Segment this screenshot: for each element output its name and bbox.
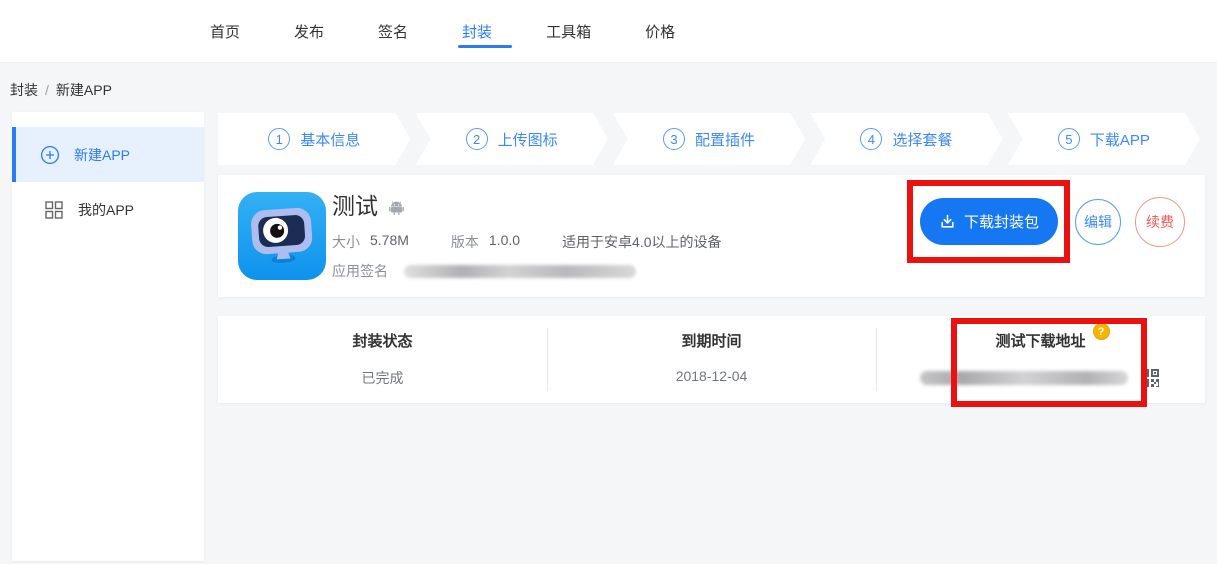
wizard-step-download-app[interactable]: 5 下载APP (1008, 113, 1200, 165)
version-value: 1.0.0 (489, 232, 520, 252)
renew-button[interactable]: 续费 (1135, 197, 1185, 247)
wizard-step-configure-plugins[interactable]: 3 配置插件 (613, 113, 805, 165)
breadcrumb-section[interactable]: 封装 (10, 82, 38, 98)
test-download-address-cell: 测试下载地址 ? (876, 316, 1205, 403)
package-status-value: 已完成 (362, 368, 404, 388)
step-label: 配置插件 (695, 129, 755, 150)
step-label: 下载APP (1090, 129, 1150, 150)
download-button-label: 下载封装包 (964, 211, 1039, 232)
expiry-date-header: 到期时间 (681, 330, 741, 351)
nav-tab-home[interactable]: 首页 (208, 0, 242, 62)
wizard-step-basic-info[interactable]: 1 基本信息 (218, 113, 410, 165)
sidebar-item-new-app[interactable]: 新建APP (12, 127, 204, 182)
grid-icon (44, 200, 64, 220)
sidebar: 新建APP 我的APP (12, 112, 204, 561)
breadcrumb: 封装 / 新建APP (10, 80, 112, 100)
step-label: 选择套餐 (892, 129, 952, 150)
app-title: 测试 (332, 187, 378, 221)
download-url-redacted[interactable] (920, 371, 1128, 385)
nav-tab-publish[interactable]: 发布 (292, 0, 326, 62)
sidebar-item-my-app[interactable]: 我的APP (12, 182, 204, 237)
step-number-badge: 4 (860, 128, 882, 150)
nav-tab-pricing[interactable]: 价格 (643, 0, 677, 62)
step-number-badge: 5 (1058, 128, 1080, 150)
sidebar-item-label: 我的APP (78, 200, 134, 220)
nav-tab-sign[interactable]: 签名 (376, 0, 410, 62)
breadcrumb-page: 新建APP (56, 82, 112, 98)
expiry-date-cell: 到期时间 2018-12-04 (547, 316, 876, 403)
step-number-badge: 1 (268, 128, 290, 150)
plus-circle-icon (40, 145, 60, 165)
step-label: 基本信息 (300, 129, 360, 150)
qr-code-icon[interactable] (1138, 366, 1162, 390)
wizard-step-select-plan[interactable]: 4 选择套餐 (810, 113, 1002, 165)
package-status-cell: 封装状态 已完成 (218, 316, 547, 403)
edit-button[interactable]: 编辑 (1075, 199, 1121, 245)
expiry-date-value: 2018-12-04 (676, 368, 748, 384)
step-wizard: 1 基本信息 2 上传图标 3 配置插件 4 选择套餐 5 下载APP (218, 113, 1205, 165)
sidebar-item-label: 新建APP (74, 145, 130, 165)
size-value: 5.78M (370, 232, 409, 252)
status-table: 封装状态 已完成 到期时间 2018-12-04 测试下载地址 ? (218, 316, 1205, 403)
test-download-address-header: 测试下载地址 ? (995, 330, 1085, 351)
app-icon (238, 192, 326, 280)
nav-tab-package[interactable]: 封装 (460, 0, 494, 62)
nav-tab-toolbox[interactable]: 工具箱 (544, 0, 593, 62)
size-label: 大小 (332, 232, 360, 252)
version-label: 版本 (451, 232, 479, 252)
app-card: 测试 大小 5.78M 版本 1.0.0 适用于安卓4.0以上的设备 (218, 175, 1205, 297)
help-icon[interactable]: ? (1093, 323, 1110, 340)
signature-value-redacted (404, 265, 636, 278)
app-info: 测试 大小 5.78M 版本 1.0.0 适用于安卓4.0以上的设备 (332, 187, 722, 281)
step-number-badge: 2 (466, 128, 488, 150)
download-package-button[interactable]: 下载封装包 (920, 198, 1058, 245)
breadcrumb-separator: / (45, 82, 49, 98)
download-icon (939, 213, 956, 230)
compatibility-text: 适用于安卓4.0以上的设备 (562, 232, 721, 252)
android-icon (387, 197, 406, 216)
step-label: 上传图标 (498, 129, 558, 150)
signature-label: 应用签名 (332, 261, 388, 281)
step-number-badge: 3 (663, 128, 685, 150)
package-status-header: 封装状态 (352, 330, 412, 351)
top-nav: 首页 发布 签名 封装 工具箱 价格 (0, 0, 1217, 63)
wizard-step-upload-icon[interactable]: 2 上传图标 (415, 113, 607, 165)
